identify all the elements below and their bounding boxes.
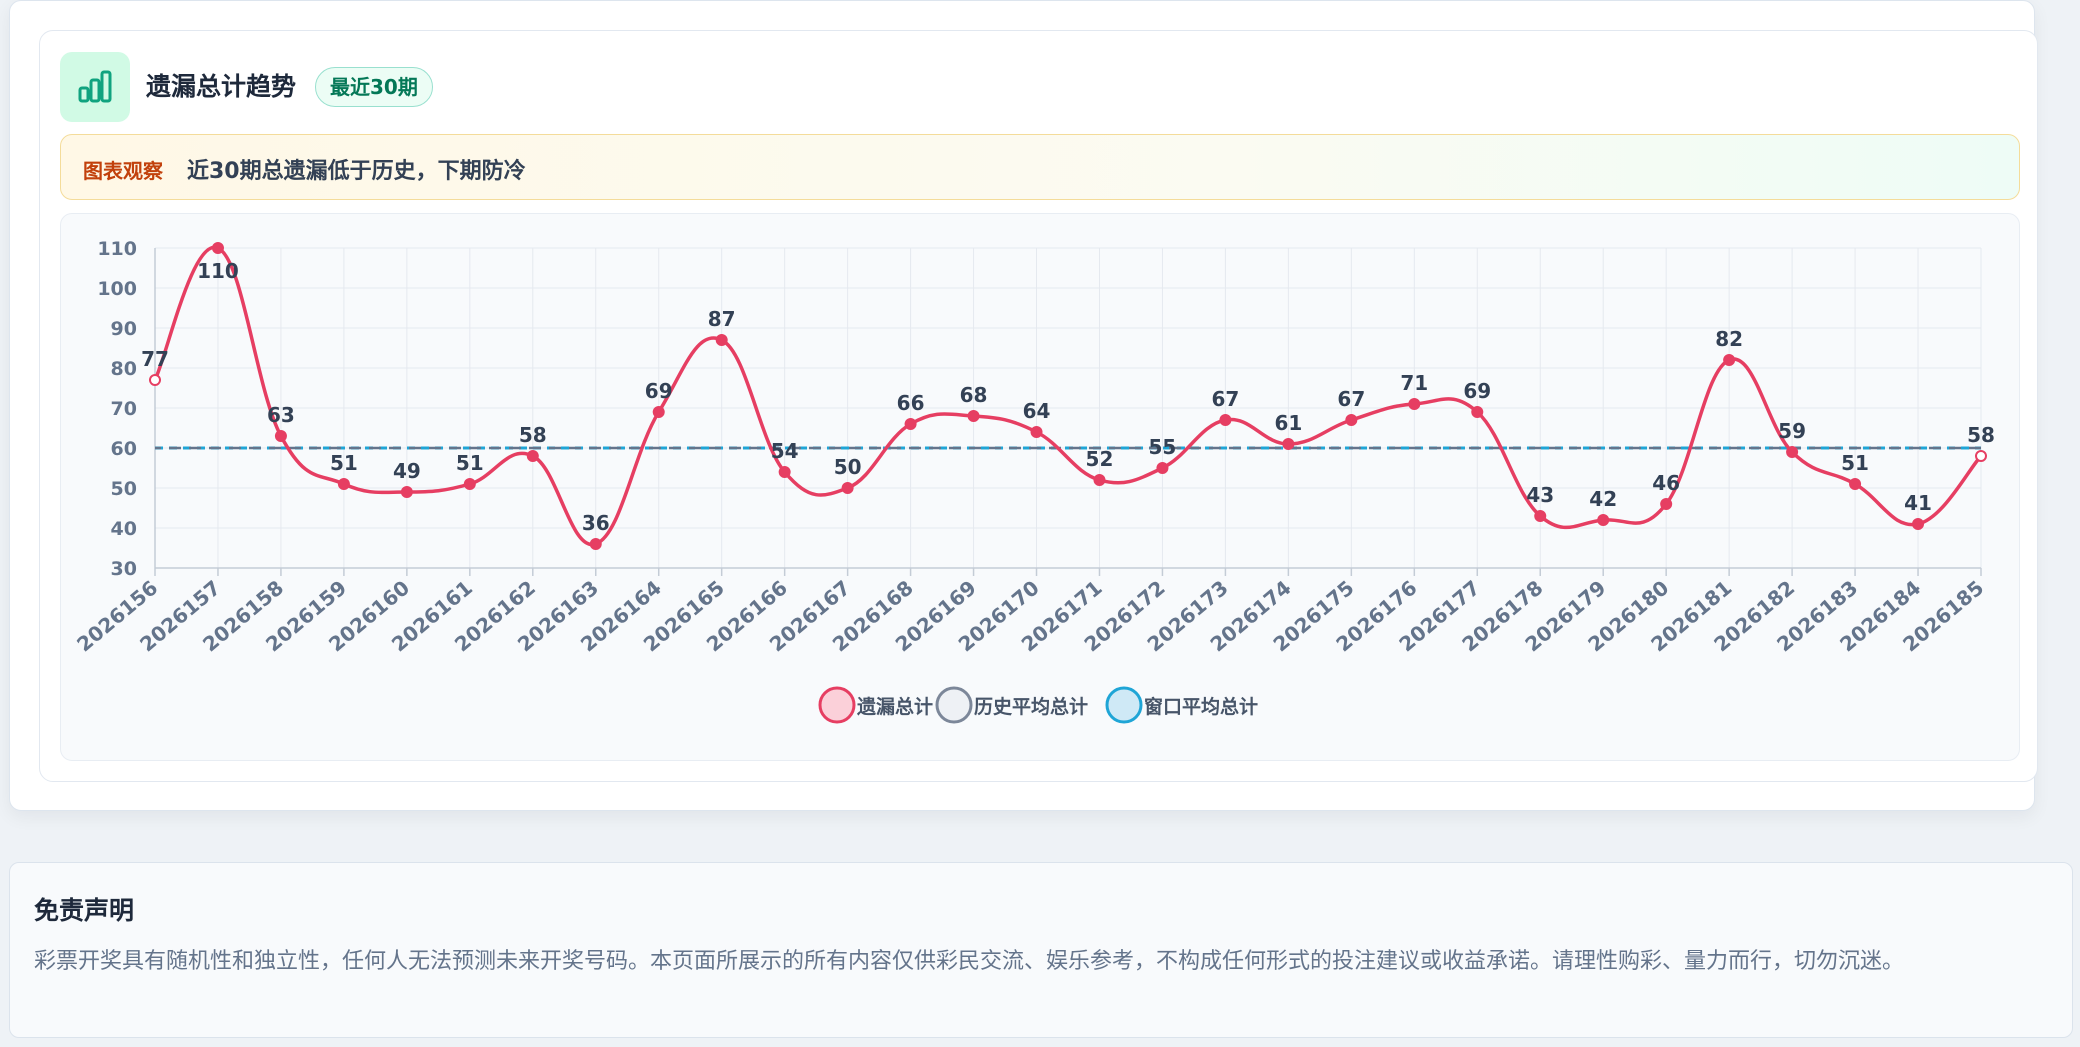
data-point [400, 486, 413, 498]
data-label: 41 [1904, 491, 1932, 515]
chart-title: 遗漏总计趋势 [146, 72, 297, 101]
data-point [1534, 510, 1547, 522]
disclaimer-text: 彩票开奖具有随机性和独立性，任何人无法预测未来开奖号码。本页面所展示的所有内容仅… [34, 949, 1905, 974]
data-label: 52 [1086, 447, 1114, 471]
data-label: 69 [1463, 379, 1491, 403]
data-label: 51 [456, 451, 484, 475]
legend-window-avg-label: 窗口平均总计 [1144, 695, 1258, 718]
data-label: 61 [1274, 411, 1302, 435]
data-point [149, 374, 161, 386]
chart-area: 30 40 50 60 70 80 90 100 110 2026156 2026157 202615… [60, 213, 2020, 761]
data-point [211, 242, 224, 254]
omission-trend-chart: 3040506070809010011020261562026157202615… [72, 238, 1995, 724]
data-label: 67 [1211, 387, 1239, 411]
period-badge: 最近30期 [315, 67, 433, 107]
data-point [526, 450, 539, 462]
bar-chart-icon [60, 52, 130, 122]
y-tick-label: 50 [111, 478, 137, 500]
data-point [1912, 518, 1925, 530]
data-point [904, 418, 917, 430]
data-label: 59 [1778, 419, 1806, 443]
data-point [778, 466, 791, 478]
data-point [1849, 478, 1862, 490]
data-point [715, 334, 728, 346]
data-label: 54 [771, 439, 799, 463]
legend-omission-total-marker [818, 686, 856, 724]
data-point [463, 478, 476, 490]
data-label: 46 [1652, 471, 1680, 495]
data-label: 63 [267, 403, 295, 427]
disclaimer-section: 免责声明 彩票开奖具有随机性和独立性，任何人无法预测未来开奖号码。本页面所展示的… [9, 862, 2073, 1038]
data-label: 82 [1715, 327, 1743, 351]
data-label: 77 [141, 347, 169, 371]
data-label: 71 [1400, 371, 1428, 395]
data-label: 66 [897, 391, 925, 415]
data-label: 51 [1841, 451, 1869, 475]
data-point [589, 538, 602, 550]
data-point [1408, 398, 1421, 410]
data-point [1156, 462, 1169, 474]
data-label: 110 [197, 259, 239, 283]
data-point [1975, 450, 1987, 462]
data-point [1093, 474, 1106, 486]
data-label: 64 [1023, 399, 1051, 423]
data-point [274, 430, 287, 442]
data-label: 36 [582, 511, 610, 535]
y-tick-label: 110 [97, 238, 137, 260]
y-tick-label: 60 [111, 438, 137, 460]
data-label: 69 [645, 379, 673, 403]
data-label: 42 [1589, 487, 1617, 511]
data-label: 43 [1526, 483, 1554, 507]
data-point [841, 482, 854, 494]
observation-text: 近30期总遗漏低于历史，下期防冷 [187, 159, 526, 184]
data-label: 58 [519, 423, 547, 447]
data-point [1282, 438, 1295, 450]
legend-window-avg-marker [1105, 686, 1143, 724]
data-point [337, 478, 350, 490]
data-point [1471, 406, 1484, 418]
observation-banner: 图表观察 近30期总遗漏低于历史，下期防冷 [60, 134, 2020, 200]
y-tick-label: 70 [111, 398, 137, 420]
data-point [652, 406, 665, 418]
y-tick-label: 100 [97, 278, 137, 300]
y-tick-label: 40 [111, 518, 137, 540]
legend-history-avg-marker [935, 686, 973, 724]
data-label: 55 [1149, 435, 1177, 459]
data-point [967, 410, 980, 422]
data-point [1030, 426, 1043, 438]
series-line-omission-total [153, 245, 1983, 547]
data-label: 58 [1967, 423, 1995, 447]
data-label: 49 [393, 459, 421, 483]
data-label: 67 [1337, 387, 1365, 411]
y-tick-label: 80 [111, 358, 137, 380]
legend-history-avg-label: 历史平均总计 [974, 695, 1088, 718]
y-tick-label: 90 [111, 318, 137, 340]
legend-omission-total-label: 遗漏总计 [856, 695, 933, 718]
disclaimer-title: 免责声明 [34, 896, 135, 925]
data-label: 87 [708, 307, 736, 331]
data-point [1345, 414, 1358, 426]
data-label: 68 [960, 383, 988, 407]
y-tick-label: 30 [111, 558, 137, 580]
observation-label: 图表观察 [83, 159, 163, 183]
data-point [1723, 354, 1736, 366]
data-point [1660, 498, 1673, 510]
data-label: 50 [834, 455, 862, 479]
data-label: 51 [330, 451, 358, 475]
data-point [1597, 514, 1610, 526]
data-point [1219, 414, 1232, 426]
data-point [1786, 446, 1799, 458]
